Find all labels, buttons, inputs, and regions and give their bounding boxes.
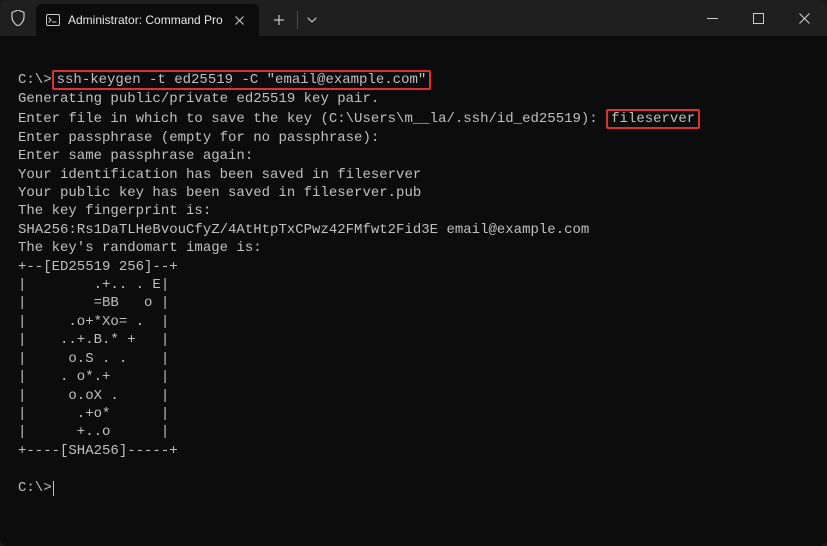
line: Generating public/private ed25519 key pa…: [18, 90, 809, 108]
window-controls: [689, 0, 827, 36]
line: C:\>ssh-keygen -t ed25519 -C "email@exam…: [18, 70, 809, 90]
titlebar[interactable]: Administrator: Command Pro: [0, 0, 827, 36]
tab-close-button[interactable]: [231, 11, 249, 29]
terminal-window: Administrator: Command Pro: [0, 0, 827, 546]
highlight-command: ssh-keygen -t ed25519 -C "email@example.…: [52, 70, 432, 90]
randomart-line: | . o*.+ |: [18, 368, 809, 386]
maximize-icon: [753, 13, 764, 24]
text: Enter file in which to save the key (C:\…: [18, 111, 606, 127]
randomart-line: | +..o |: [18, 423, 809, 441]
randomart-line: | o.oX . |: [18, 387, 809, 405]
close-icon: [799, 13, 810, 24]
admin-shield-wrap: [0, 10, 36, 26]
line: The key's randomart image is:: [18, 239, 809, 257]
prompt: C:\>: [18, 72, 52, 88]
chevron-down-icon: [307, 17, 317, 23]
line: Enter file in which to save the key (C:\…: [18, 109, 809, 129]
cursor: [53, 481, 54, 496]
line: C:\>: [18, 479, 809, 497]
randomart-line: | =BB o |: [18, 294, 809, 312]
prompt: C:\>: [18, 480, 52, 496]
line: Enter passphrase (empty for no passphras…: [18, 129, 809, 147]
minimize-icon: [707, 18, 718, 19]
randomart-line: +----[SHA256]-----+: [18, 442, 809, 460]
line: Your public key has been saved in filese…: [18, 184, 809, 202]
randomart-line: | .+.. . E|: [18, 276, 809, 294]
randomart-line: | ..+.B.* + |: [18, 331, 809, 349]
close-icon: [235, 16, 244, 25]
highlight-filename: fileserver: [606, 109, 700, 129]
line: SHA256:Rs1DaTLHeBvouCfyZ/4AtHtpTxCPwz42F…: [18, 221, 809, 239]
line: Enter same passphrase again:: [18, 147, 809, 165]
line: [18, 52, 809, 70]
shield-icon: [11, 10, 25, 26]
close-window-button[interactable]: [781, 0, 827, 36]
terminal-output[interactable]: C:\>ssh-keygen -t ed25519 -C "email@exam…: [0, 36, 827, 546]
terminal-icon: [46, 13, 60, 27]
maximize-button[interactable]: [735, 0, 781, 36]
line: The key fingerprint is:: [18, 202, 809, 220]
minimize-button[interactable]: [689, 0, 735, 36]
new-tab-button[interactable]: [263, 4, 295, 36]
randomart-line: +--[ED25519 256]--+: [18, 258, 809, 276]
randomart-line: | o.S . . |: [18, 350, 809, 368]
randomart-line: | .+o* |: [18, 405, 809, 423]
line: Your identification has been saved in fi…: [18, 166, 809, 184]
tab-title: Administrator: Command Pro: [68, 13, 223, 27]
tab-dropdown-button[interactable]: [298, 4, 326, 36]
randomart-line: | .o+*Xo= . |: [18, 313, 809, 331]
line: [18, 460, 809, 478]
tab-active[interactable]: Administrator: Command Pro: [36, 4, 259, 36]
plus-icon: [273, 14, 285, 26]
